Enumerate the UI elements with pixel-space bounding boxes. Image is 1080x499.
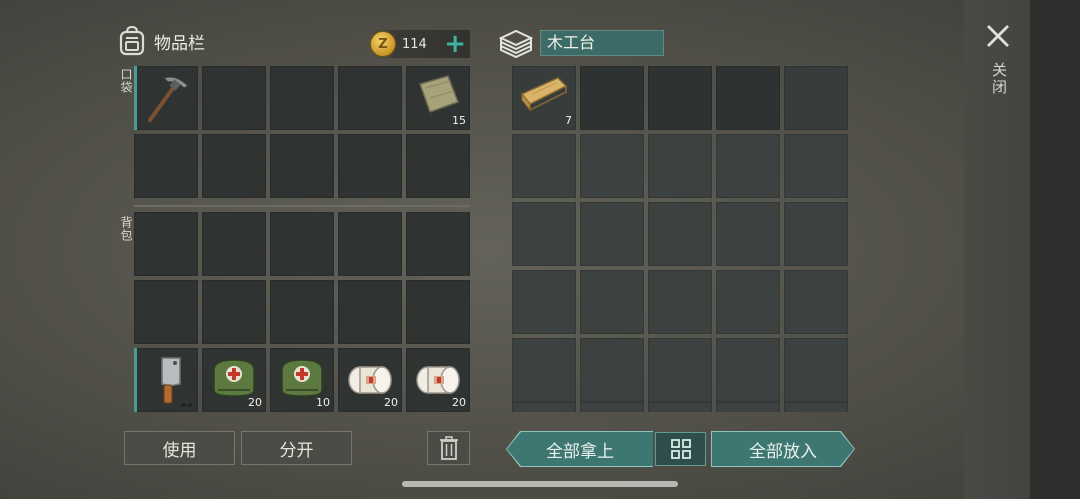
bench-slot[interactable]	[648, 202, 712, 266]
inventory-slot[interactable]: 20	[338, 348, 402, 412]
bench-slot[interactable]	[716, 134, 780, 198]
bandage-icon	[416, 366, 460, 394]
backpack-label: 背包	[119, 216, 133, 242]
pocket-label: 口袋	[119, 68, 133, 94]
close-label[interactable]: 关闭	[989, 62, 1010, 96]
medkit-icon	[281, 359, 323, 397]
cleaver-icon	[161, 357, 181, 404]
inventory-slot[interactable]	[134, 212, 198, 276]
bench-slot[interactable]	[648, 66, 712, 130]
bench-slot[interactable]	[716, 66, 780, 130]
bench-slot[interactable]	[784, 66, 848, 130]
inventory-title: 物品栏	[154, 33, 205, 54]
inventory-slot[interactable]	[202, 280, 266, 344]
home-indicator[interactable]	[402, 481, 678, 487]
bench-slot[interactable]	[784, 402, 848, 412]
item-quantity: 7	[565, 114, 572, 127]
inventory-slot[interactable]	[270, 212, 334, 276]
pocket-grid: 15	[134, 66, 470, 198]
bench-slot[interactable]	[580, 134, 644, 198]
bench-grid: 7	[512, 66, 848, 402]
bench-name-field[interactable]: 木工台	[540, 30, 664, 56]
inventory-slot[interactable]: 10	[270, 348, 334, 412]
cloth-icon	[419, 75, 459, 117]
inventory-slot[interactable]	[406, 212, 470, 276]
bench-slot[interactable]	[580, 270, 644, 334]
bench-slot[interactable]	[512, 134, 576, 198]
durability-dots	[182, 403, 192, 407]
bench-slot[interactable]	[784, 338, 848, 402]
item-quantity: 20	[384, 396, 398, 409]
bench-grid-overflow	[512, 402, 848, 412]
bench-slot[interactable]	[648, 402, 712, 412]
bench-slot[interactable]	[648, 270, 712, 334]
add-coins-button[interactable]: +	[444, 31, 466, 57]
inventory-slot[interactable]	[134, 280, 198, 344]
bench-slot[interactable]	[580, 66, 644, 130]
inventory-slot[interactable]: 20	[406, 348, 470, 412]
inventory-slot[interactable]	[202, 134, 266, 198]
sort-button[interactable]	[655, 432, 706, 466]
inventory-header: 物品栏	[118, 26, 205, 56]
inventory-slot[interactable]	[338, 134, 402, 198]
bench-slot[interactable]	[648, 338, 712, 402]
bench-slot[interactable]	[716, 270, 780, 334]
plank-icon	[520, 77, 568, 112]
stacked-boards-icon	[498, 29, 534, 58]
bench-slot[interactable]	[512, 402, 576, 412]
coin-count: 114	[402, 36, 427, 52]
bench-slot[interactable]	[648, 134, 712, 198]
bench-slot[interactable]	[580, 338, 644, 402]
inventory-slot[interactable]	[202, 212, 266, 276]
section-divider	[134, 205, 470, 207]
inventory-slot[interactable]	[338, 280, 402, 344]
bench-slot[interactable]	[580, 402, 644, 412]
bench-slot[interactable]	[512, 338, 576, 402]
bench-slot[interactable]	[784, 270, 848, 334]
bench-slot[interactable]	[512, 202, 576, 266]
backpack-icon	[119, 26, 145, 56]
inventory-slot[interactable]	[406, 134, 470, 198]
bench-slot[interactable]	[716, 338, 780, 402]
inventory-slot[interactable]	[202, 66, 266, 130]
bench-header: 木工台	[498, 28, 664, 58]
grid-icon	[670, 439, 691, 459]
inventory-slot[interactable]	[134, 348, 198, 412]
inventory-slot[interactable]	[270, 134, 334, 198]
put-all-button[interactable]: 全部放入	[712, 432, 854, 466]
trash-icon	[439, 436, 458, 460]
screen-edge	[1030, 0, 1080, 499]
bench-slot[interactable]	[580, 202, 644, 266]
inventory-slot[interactable]	[338, 66, 402, 130]
take-all-button[interactable]: 全部拿上	[507, 432, 653, 466]
item-quantity: 10	[316, 396, 330, 409]
item-quantity: 20	[452, 396, 466, 409]
inventory-slot[interactable]: 15	[406, 66, 470, 130]
bench-slot[interactable]	[716, 402, 780, 412]
coin-counter: Z 114 +	[370, 30, 470, 58]
bench-slot[interactable]	[716, 202, 780, 266]
medkit-icon	[213, 359, 255, 397]
inventory-slot[interactable]	[270, 280, 334, 344]
item-quantity: 20	[248, 396, 262, 409]
use-button[interactable]: 使用	[124, 431, 235, 465]
item-quantity: 15	[452, 114, 466, 127]
backpack-grid: 20 10 20 20	[134, 212, 470, 412]
inventory-slot[interactable]	[134, 66, 198, 130]
split-button[interactable]: 分开	[241, 431, 352, 465]
inventory-slot[interactable]	[406, 280, 470, 344]
pickaxe-icon	[148, 76, 189, 122]
inventory-slot[interactable]: 20	[202, 348, 266, 412]
bench-slot[interactable]: 7	[512, 66, 576, 130]
bench-slot[interactable]	[784, 202, 848, 266]
bench-slot[interactable]	[784, 134, 848, 198]
inventory-slot[interactable]	[270, 66, 334, 130]
bandage-icon	[348, 366, 392, 394]
trash-button[interactable]	[427, 431, 470, 465]
close-icon[interactable]	[984, 22, 1012, 50]
coin-icon: Z	[370, 31, 396, 57]
bench-slot[interactable]	[512, 270, 576, 334]
inventory-slot[interactable]	[338, 212, 402, 276]
inventory-slot[interactable]	[134, 134, 198, 198]
